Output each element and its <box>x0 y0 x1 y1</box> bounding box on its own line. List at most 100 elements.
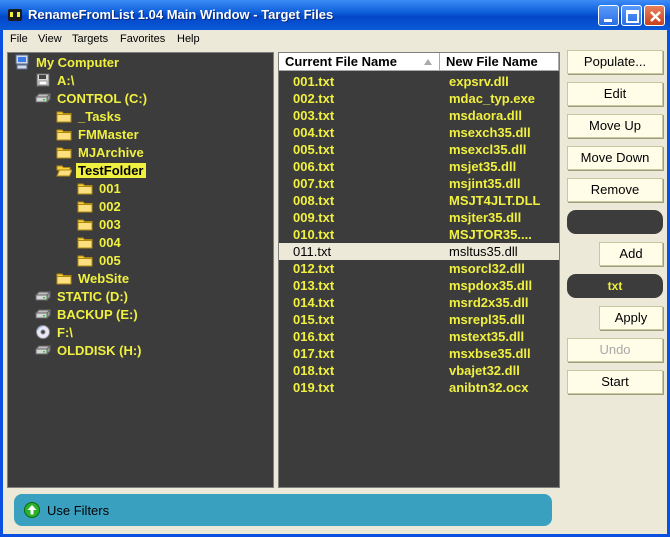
new-file-name: msjint35.dll <box>449 176 521 191</box>
current-file-name: 006.txt <box>293 159 335 174</box>
tree-node-label: WebSite <box>78 270 130 286</box>
new-file-name: msexch35.dll <box>449 125 531 140</box>
tree-node-label: A:\ <box>57 72 75 88</box>
start-button[interactable]: Start <box>567 370 663 394</box>
tree-node[interactable]: CONTROL (C:) <box>35 89 149 107</box>
current-file-name: 002.txt <box>293 91 335 106</box>
list-row[interactable]: 007.txt msjint35.dll <box>279 175 559 192</box>
tree-node-label: 004 <box>99 234 121 250</box>
apply-button[interactable]: Apply <box>599 306 663 330</box>
menu-favorites[interactable]: Favorites <box>120 33 165 45</box>
tree-node[interactable]: My Computer <box>14 53 121 71</box>
new-file-name: msxbse35.dll <box>449 346 531 361</box>
close-button[interactable] <box>644 5 665 26</box>
tree-node[interactable]: A:\ <box>35 71 76 89</box>
current-file-name: 009.txt <box>293 210 335 225</box>
new-file-name: msdaora.dll <box>449 108 522 123</box>
folder-icon <box>56 129 72 141</box>
current-file-name: 008.txt <box>293 193 335 208</box>
menu-help[interactable]: Help <box>177 33 200 45</box>
filter-bar[interactable]: Use Filters <box>14 494 552 526</box>
tree-node[interactable]: OLDDISK (H:) <box>35 341 144 359</box>
tree-node[interactable]: _Tasks <box>56 107 123 125</box>
expand-up-icon[interactable] <box>24 502 40 518</box>
list-row[interactable]: 019.txt anibtn32.ocx <box>279 379 559 396</box>
sort-ascending-icon <box>424 59 432 65</box>
undo-button: Undo <box>567 338 663 362</box>
menu-file[interactable]: File <box>10 33 28 45</box>
menu-bar: File View Targets Favorites Help <box>3 30 667 49</box>
list-row[interactable]: 004.txt msexch35.dll <box>279 124 559 141</box>
new-file-name: msjter35.dll <box>449 210 522 225</box>
tree-node[interactable]: TestFolder <box>56 161 146 179</box>
list-row[interactable]: 008.txt MSJT4JLT.DLL <box>279 192 559 209</box>
tree-node[interactable]: 003 <box>77 215 123 233</box>
tree-node[interactable]: 001 <box>77 179 123 197</box>
tree-node-label: MJArchive <box>78 144 144 160</box>
extension-input[interactable]: txt <box>567 274 663 298</box>
list-row[interactable]: 010.txt MSJTOR35.... <box>279 226 559 243</box>
remove-button[interactable]: Remove <box>567 178 663 202</box>
list-row[interactable]: 012.txt msorcl32.dll <box>279 260 559 277</box>
new-file-name: expsrv.dll <box>449 74 509 89</box>
list-row[interactable]: 002.txt mdac_typ.exe <box>279 90 559 107</box>
tree-node[interactable]: WebSite <box>56 269 131 287</box>
tree-node-label: _Tasks <box>78 108 122 124</box>
list-row[interactable]: 014.txt msrd2x35.dll <box>279 294 559 311</box>
column-header-new[interactable]: New File Name <box>440 53 559 71</box>
cd-drive-icon <box>36 325 50 339</box>
move-down-button[interactable]: Move Down <box>567 146 663 170</box>
new-file-name: msexcl35.dll <box>449 142 527 157</box>
tree-node[interactable]: MJArchive <box>56 143 146 161</box>
current-file-name: 019.txt <box>293 380 335 395</box>
window-title: RenameFromList 1.04 Main Window - Target… <box>28 7 334 22</box>
column-header-current[interactable]: Current File Name <box>279 53 440 71</box>
move-up-button[interactable]: Move Up <box>567 114 663 138</box>
menu-targets[interactable]: Targets <box>72 33 108 45</box>
edit-button[interactable]: Edit <box>567 82 663 106</box>
list-row[interactable]: 005.txt msexcl35.dll <box>279 141 559 158</box>
list-row[interactable]: 018.txt vbajet32.dll <box>279 362 559 379</box>
current-file-name: 001.txt <box>293 74 335 89</box>
current-file-name: 015.txt <box>293 312 335 327</box>
minimize-icon <box>604 19 612 22</box>
tree-node[interactable]: 005 <box>77 251 123 269</box>
list-row[interactable]: 006.txt msjet35.dll <box>279 158 559 175</box>
populate-button[interactable]: Populate... <box>567 50 663 74</box>
menu-view[interactable]: View <box>38 33 62 45</box>
folder-icon <box>56 147 72 159</box>
list-row[interactable]: 016.txt mstext35.dll <box>279 328 559 345</box>
current-file-name: 016.txt <box>293 329 335 344</box>
maximize-button[interactable] <box>621 5 642 26</box>
current-file-name: 010.txt <box>293 227 335 242</box>
folder-tree[interactable]: My Computer A:\ CONTROL (C:) _Tasks FMMaster… <box>7 52 274 488</box>
tree-node[interactable]: BACKUP (E:) <box>35 305 140 323</box>
file-list[interactable]: Current File Name New File Name 001.txt e… <box>278 52 560 488</box>
current-file-name: 012.txt <box>293 261 335 276</box>
new-file-name: mstext35.dll <box>449 329 525 344</box>
tree-node-label: 003 <box>99 216 121 232</box>
tree-node[interactable]: STATIC (D:) <box>35 287 130 305</box>
title-bar[interactable]: RenameFromList 1.04 Main Window - Target… <box>0 0 670 30</box>
list-row[interactable]: 017.txt msxbse35.dll <box>279 345 559 362</box>
tree-node-label: BACKUP (E:) <box>57 306 138 322</box>
list-row[interactable]: 011.txt msltus35.dll <box>279 243 559 260</box>
tree-node[interactable]: 002 <box>77 197 123 215</box>
list-row[interactable]: 013.txt mspdox35.dll <box>279 277 559 294</box>
tree-node[interactable]: 004 <box>77 233 123 251</box>
hard-drive-icon <box>35 290 51 302</box>
list-row[interactable]: 009.txt msjter35.dll <box>279 209 559 226</box>
list-row[interactable]: 015.txt msrepl35.dll <box>279 311 559 328</box>
tree-node[interactable]: F:\ <box>35 323 75 341</box>
tree-node[interactable]: FMMaster <box>56 125 141 143</box>
new-file-name: msorcl32.dll <box>449 261 525 276</box>
list-row[interactable]: 003.txt msdaora.dll <box>279 107 559 124</box>
new-file-name: MSJT4JLT.DLL <box>449 193 541 208</box>
folder-open-icon <box>56 165 72 177</box>
add-value-input[interactable] <box>567 210 663 234</box>
add-button[interactable]: Add <box>599 242 663 266</box>
tree-node-label: STATIC (D:) <box>57 288 128 304</box>
hard-drive-icon <box>35 344 51 356</box>
minimize-button[interactable] <box>598 5 619 26</box>
list-row[interactable]: 001.txt expsrv.dll <box>279 73 559 90</box>
